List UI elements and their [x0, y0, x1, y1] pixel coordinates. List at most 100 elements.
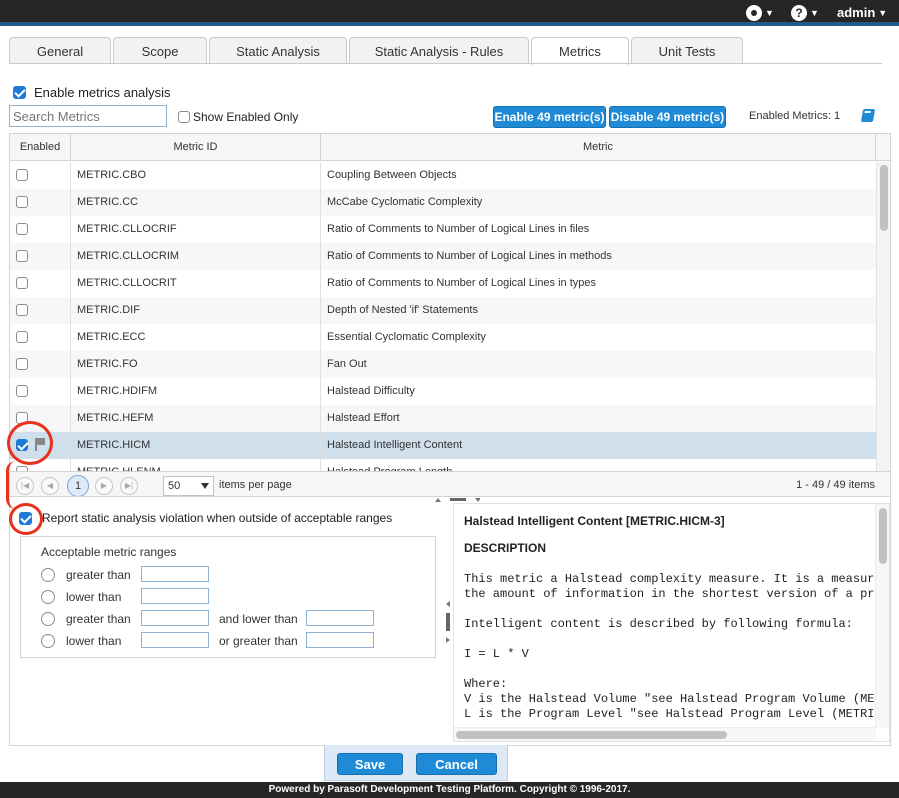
column-header-metric-id[interactable]: Metric ID	[71, 134, 321, 161]
range-option: lower than or greater than	[21, 631, 435, 651]
range-value-input[interactable]	[141, 566, 209, 582]
tab-unit-tests[interactable]: Unit Tests	[631, 37, 743, 64]
range-min-input[interactable]	[141, 632, 209, 648]
column-header-enabled[interactable]: Enabled	[10, 134, 71, 161]
table-row[interactable]: METRIC.CLLOCRIM Ratio of Comments to Num…	[10, 243, 876, 270]
metric-id-cell: METRIC.CC	[71, 189, 321, 216]
description-text: V is the Halstead Volume "see Halstead P…	[464, 692, 890, 706]
table-row[interactable]: METRIC.HEFM Halstead Effort	[10, 405, 876, 432]
tab-divider	[9, 63, 882, 64]
row-enabled-checkbox[interactable]	[16, 277, 28, 289]
tab-static-analysis-rules[interactable]: Static Analysis - Rules	[349, 37, 529, 64]
metrics-grid: Enabled Metric ID Metric METRIC.CBO Coup…	[9, 133, 891, 497]
tab-general[interactable]: General	[9, 37, 111, 64]
chevron-down-icon	[201, 483, 209, 489]
scrollbar-thumb[interactable]	[879, 508, 887, 564]
range-radio[interactable]	[41, 634, 55, 648]
tab-static-analysis[interactable]: Static Analysis	[209, 37, 347, 64]
row-enabled-checkbox[interactable]	[16, 304, 28, 316]
table-row-selected[interactable]: METRIC.HICM Halstead Intelligent Content	[10, 432, 876, 459]
range-radio[interactable]	[41, 568, 55, 582]
page-size-select[interactable]: 50	[163, 476, 214, 496]
tab-metrics[interactable]: Metrics	[531, 37, 629, 65]
scrollbar-thumb[interactable]	[880, 165, 888, 231]
metric-name-cell: Coupling Between Objects	[327, 169, 457, 181]
chevron-down-icon: ▼	[765, 8, 774, 18]
description-text: This metric a Halstead complexity measur…	[464, 572, 890, 586]
book-icon[interactable]	[860, 109, 876, 122]
help-menu[interactable]: ? ▼	[791, 5, 819, 21]
disable-all-button[interactable]: Disable 49 metric(s)	[609, 106, 726, 128]
search-input[interactable]	[9, 105, 167, 127]
chevron-down-icon: ▼	[878, 7, 888, 18]
range-radio[interactable]	[41, 612, 55, 626]
range-max-input[interactable]	[306, 632, 374, 648]
tab-bar: General Scope Static Analysis Static Ana…	[9, 37, 745, 65]
page-size-value: 50	[168, 480, 181, 492]
enable-all-button[interactable]: Enable 49 metric(s)	[493, 106, 606, 128]
prev-page-icon[interactable]: ◀	[41, 477, 59, 495]
tab-scope[interactable]: Scope	[113, 37, 207, 64]
row-enabled-checkbox[interactable]	[16, 250, 28, 262]
description-formula: I = L * V	[464, 647, 529, 661]
action-bar: Save Cancel	[324, 745, 508, 781]
row-enabled-checkbox[interactable]	[16, 196, 28, 208]
next-page-icon[interactable]: ▶	[95, 477, 113, 495]
panel-border	[9, 497, 10, 745]
range-max-input[interactable]	[306, 610, 374, 626]
range-radio[interactable]	[41, 590, 55, 604]
table-row[interactable]: METRIC.DIF Depth of Nested 'if' Statemen…	[10, 297, 876, 324]
metric-id-cell: METRIC.CBO	[71, 162, 321, 189]
metric-id-cell: METRIC.HICM	[71, 432, 321, 459]
pager-info: 1 - 49 / 49 items	[796, 479, 875, 491]
row-enabled-checkbox[interactable]	[16, 169, 28, 181]
metric-id-cell: METRIC.CLLOCRIF	[71, 216, 321, 243]
user-menu[interactable]: admin ▼	[837, 5, 887, 20]
range-label: lower than	[66, 590, 122, 604]
description-text: Intelligent content is described by foll…	[464, 617, 853, 631]
table-row[interactable]: METRIC.CC McCabe Cyclomatic Complexity	[10, 189, 876, 216]
user-name: admin	[837, 5, 876, 20]
annotation-circle	[9, 503, 43, 535]
table-row[interactable]: METRIC.CLLOCRIT Ratio of Comments to Num…	[10, 270, 876, 297]
metric-name-cell: Ratio of Comments to Number of Logical L…	[327, 223, 590, 235]
report-violation-row: Report static analysis violation when ou…	[19, 511, 392, 525]
metric-name-cell: Fan Out	[327, 358, 367, 370]
annotation-circle	[7, 421, 53, 465]
table-row[interactable]: METRIC.CBO Coupling Between Objects	[10, 162, 876, 189]
table-row[interactable]: METRIC.HDIFM Halstead Difficulty	[10, 378, 876, 405]
table-row[interactable]: METRIC.CLLOCRIF Ratio of Comments to Num…	[10, 216, 876, 243]
metric-name-cell: Halstead Difficulty	[327, 385, 415, 397]
description-text: Where:	[464, 677, 508, 691]
chevron-down-icon: ▼	[810, 8, 819, 18]
range-min-input[interactable]	[141, 610, 209, 626]
save-button[interactable]: Save	[337, 753, 403, 775]
current-page[interactable]: 1	[67, 475, 89, 496]
show-enabled-only: Show Enabled Only	[178, 110, 298, 124]
row-enabled-checkbox[interactable]	[16, 385, 28, 397]
row-enabled-checkbox[interactable]	[16, 223, 28, 235]
enable-metrics-checkbox[interactable]	[13, 86, 26, 99]
metric-id-cell: METRIC.FO	[71, 351, 321, 378]
metric-id-cell: METRIC.CLLOCRIM	[71, 243, 321, 270]
column-header-metric[interactable]: Metric	[321, 134, 876, 161]
enabled-metrics-count: Enabled Metrics: 1	[749, 110, 841, 122]
row-enabled-checkbox[interactable]	[16, 358, 28, 370]
settings-menu[interactable]: ▼	[746, 5, 774, 21]
description-vscrollbar[interactable]	[875, 504, 889, 728]
show-enabled-checkbox[interactable]	[178, 111, 190, 123]
description-hscrollbar[interactable]	[454, 727, 876, 741]
table-row[interactable]: METRIC.FO Fan Out	[10, 351, 876, 378]
range-label: greater than	[66, 612, 131, 626]
description-panel[interactable]: Halstead Intelligent Content [METRIC.HIC…	[453, 503, 890, 742]
acceptable-ranges-group: Acceptable metric ranges greater than lo…	[20, 536, 436, 658]
cancel-button[interactable]: Cancel	[416, 753, 497, 775]
range-value-input[interactable]	[141, 588, 209, 604]
table-row[interactable]: METRIC.ECC Essential Cyclomatic Complexi…	[10, 324, 876, 351]
grid-scrollbar[interactable]	[876, 162, 890, 472]
vertical-splitter[interactable]	[445, 505, 451, 741]
scrollbar-thumb[interactable]	[456, 731, 727, 739]
last-page-icon[interactable]: ▶|	[120, 477, 138, 495]
gear-icon	[746, 5, 762, 21]
row-enabled-checkbox[interactable]	[16, 331, 28, 343]
